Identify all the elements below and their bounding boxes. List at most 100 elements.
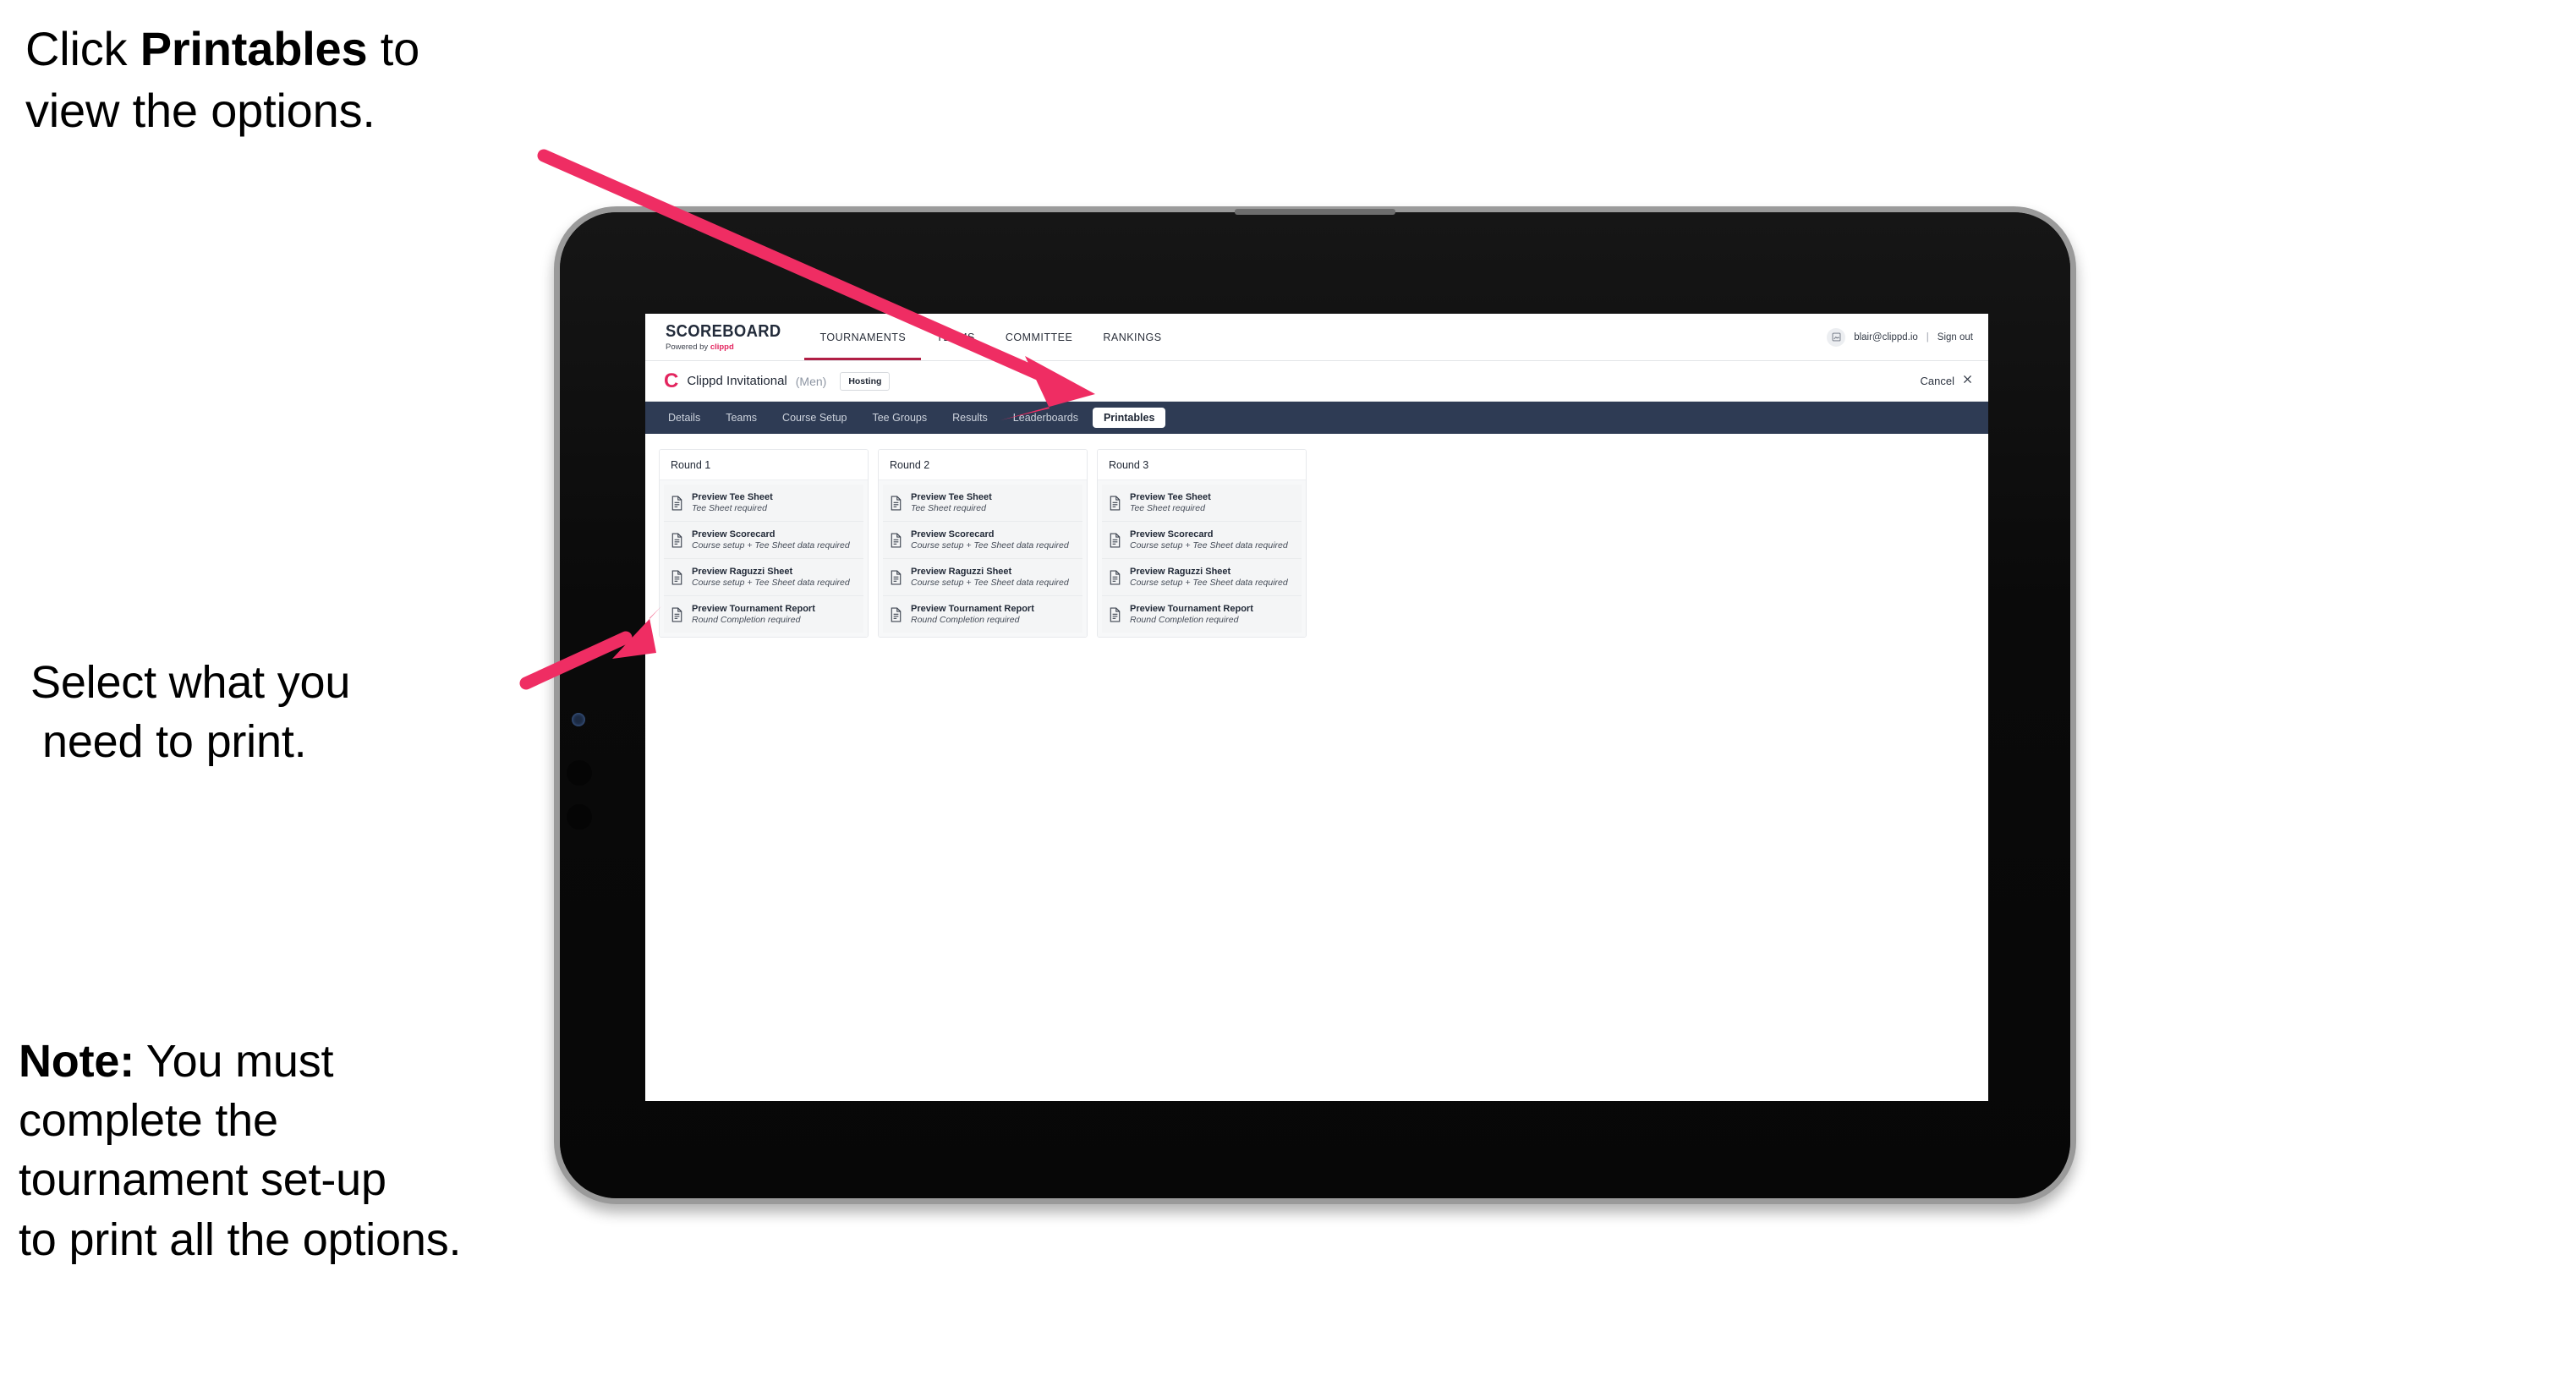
document-requirement: Tee Sheet required bbox=[692, 503, 767, 513]
document-icon bbox=[1109, 570, 1121, 585]
document-title: Preview Raguzzi Sheet bbox=[911, 567, 1012, 577]
round-card: Round 2 Preview Tee Sheet Tee Sheet requ… bbox=[878, 449, 1088, 638]
tab-tee-groups[interactable]: Tee Groups bbox=[861, 408, 938, 428]
round-card: Round 1 Preview Tee Sheet Tee Sheet requ… bbox=[659, 449, 869, 638]
annotation-note-line4: to print all the options. bbox=[19, 1213, 462, 1265]
document-title: Preview Scorecard bbox=[911, 529, 995, 540]
topnav-separator: | bbox=[1926, 331, 1929, 342]
topnav-item-committee[interactable]: COMMITTEE bbox=[990, 314, 1088, 360]
document-title: Preview Tournament Report bbox=[1130, 604, 1253, 614]
tab-details[interactable]: Details bbox=[657, 408, 711, 428]
tab-results[interactable]: Results bbox=[941, 408, 999, 428]
document-requirement: Course setup + Tee Sheet data required bbox=[1130, 578, 1288, 588]
topnav-item-rankings[interactable]: RANKINGS bbox=[1088, 314, 1176, 360]
cancel-button[interactable]: Cancel bbox=[1921, 374, 1973, 388]
close-x-icon bbox=[1962, 374, 1973, 388]
document-icon bbox=[890, 496, 902, 511]
document-title: Preview Scorecard bbox=[692, 529, 776, 540]
document-icon bbox=[671, 607, 683, 622]
tab-teams[interactable]: Teams bbox=[715, 408, 768, 428]
brand-logo[interactable]: SCOREBOARD Powered by clippd bbox=[645, 314, 804, 360]
document-title: Preview Raguzzi Sheet bbox=[1130, 567, 1231, 577]
round-document-list: Preview Tee Sheet Tee Sheet required Pre… bbox=[1098, 480, 1306, 637]
printables-content: Round 1 Preview Tee Sheet Tee Sheet requ… bbox=[645, 434, 1988, 653]
annotation-middle-line1: Select what you bbox=[30, 657, 351, 708]
hardware-button-top[interactable] bbox=[567, 760, 592, 786]
list-item[interactable]: Preview Raguzzi Sheet Course setup + Tee… bbox=[1102, 559, 1302, 596]
front-camera-icon bbox=[572, 713, 585, 726]
topnav-label: RANKINGS bbox=[1103, 331, 1162, 343]
clippd-logo-icon: C bbox=[664, 369, 679, 392]
speaker-grille bbox=[1235, 209, 1395, 215]
document-title: Preview Tournament Report bbox=[911, 604, 1034, 614]
topnav-label: COMMITTEE bbox=[1005, 331, 1073, 343]
screenshot-canvas: Click Printables to view the options. Se… bbox=[0, 0, 2576, 1386]
document-title: Preview Tee Sheet bbox=[692, 492, 773, 502]
document-icon bbox=[890, 533, 902, 548]
user-email: blair@clippd.io bbox=[1854, 331, 1918, 342]
list-item[interactable]: Preview Raguzzi Sheet Course setup + Tee… bbox=[883, 559, 1082, 596]
topnav-user-area: blair@clippd.io | Sign out bbox=[1827, 314, 1988, 360]
sign-out-link[interactable]: Sign out bbox=[1937, 332, 1973, 342]
annotation-top-suffix: to bbox=[367, 22, 420, 75]
list-item[interactable]: Preview Tournament Report Round Completi… bbox=[664, 596, 863, 633]
round-document-list: Preview Tee Sheet Tee Sheet required Pre… bbox=[660, 480, 868, 637]
document-requirement: Course setup + Tee Sheet data required bbox=[911, 578, 1069, 588]
round-title: Round 2 bbox=[879, 450, 1087, 480]
document-requirement: Course setup + Tee Sheet data required bbox=[692, 540, 850, 551]
tab-leaderboards[interactable]: Leaderboards bbox=[1002, 408, 1089, 428]
document-requirement: Round Completion required bbox=[1130, 615, 1239, 625]
document-requirement: Tee Sheet required bbox=[1130, 503, 1205, 513]
document-icon bbox=[1109, 496, 1121, 511]
list-item[interactable]: Preview Tournament Report Round Completi… bbox=[1102, 596, 1302, 633]
document-requirement: Course setup + Tee Sheet data required bbox=[1130, 540, 1288, 551]
document-icon bbox=[1109, 533, 1121, 548]
document-requirement: Round Completion required bbox=[692, 615, 801, 625]
hardware-button-bottom[interactable] bbox=[567, 804, 592, 830]
round-title: Round 1 bbox=[660, 450, 868, 480]
user-avatar-icon[interactable] bbox=[1827, 327, 1846, 347]
document-requirement: Round Completion required bbox=[911, 615, 1020, 625]
document-title: Preview Tee Sheet bbox=[911, 492, 992, 502]
document-requirement: Course setup + Tee Sheet data required bbox=[692, 578, 850, 588]
top-navigation-bar: SCOREBOARD Powered by clippd TOURNAMENTS… bbox=[645, 314, 1988, 361]
annotation-select-what-to-print: Select what you need to print. bbox=[30, 653, 555, 771]
annotation-top-prefix: Click bbox=[25, 22, 140, 75]
list-item[interactable]: Preview Tee Sheet Tee Sheet required bbox=[664, 485, 863, 522]
list-item[interactable]: Preview Raguzzi Sheet Course setup + Tee… bbox=[664, 559, 863, 596]
list-item[interactable]: Preview Scorecard Course setup + Tee She… bbox=[883, 522, 1082, 559]
tournament-gender: (Men) bbox=[795, 374, 827, 388]
document-icon bbox=[890, 607, 902, 622]
document-title: Preview Scorecard bbox=[1130, 529, 1214, 540]
document-requirement: Tee Sheet required bbox=[911, 503, 986, 513]
document-icon bbox=[671, 570, 683, 585]
topnav-item-tournaments[interactable]: TOURNAMENTS bbox=[804, 314, 922, 360]
annotation-click-printables: Click Printables to view the options. bbox=[25, 19, 584, 142]
list-item[interactable]: Preview Scorecard Course setup + Tee She… bbox=[664, 522, 863, 559]
tablet-device-frame: SCOREBOARD Powered by clippd TOURNAMENTS… bbox=[554, 206, 2076, 1204]
hosting-badge: Hosting bbox=[840, 371, 891, 391]
round-title: Round 3 bbox=[1098, 450, 1306, 480]
document-title: Preview Tournament Report bbox=[692, 604, 815, 614]
list-item[interactable]: Preview Scorecard Course setup + Tee She… bbox=[1102, 522, 1302, 559]
brand-sub-prefix: Powered by bbox=[666, 342, 710, 352]
tab-printables[interactable]: Printables bbox=[1092, 408, 1166, 428]
tab-course-setup[interactable]: Course Setup bbox=[771, 408, 858, 428]
document-icon bbox=[1109, 607, 1121, 622]
list-item[interactable]: Preview Tee Sheet Tee Sheet required bbox=[1102, 485, 1302, 522]
brand-subtitle: Powered by clippd bbox=[666, 342, 791, 352]
section-tab-bar: Details Teams Course Setup Tee Groups Re… bbox=[645, 402, 1988, 434]
list-item[interactable]: Preview Tournament Report Round Completi… bbox=[883, 596, 1082, 633]
round-card: Round 3 Preview Tee Sheet Tee Sheet requ… bbox=[1097, 449, 1307, 638]
topnav-item-teams[interactable]: TEAMS bbox=[921, 314, 990, 360]
tournament-name: Clippd Invitational bbox=[687, 374, 787, 388]
document-requirement: Course setup + Tee Sheet data required bbox=[911, 540, 1069, 551]
tablet-screen: SCOREBOARD Powered by clippd TOURNAMENTS… bbox=[645, 314, 1988, 1101]
document-icon bbox=[890, 570, 902, 585]
round-document-list: Preview Tee Sheet Tee Sheet required Pre… bbox=[879, 480, 1087, 637]
document-title: Preview Raguzzi Sheet bbox=[692, 567, 793, 577]
list-item[interactable]: Preview Tee Sheet Tee Sheet required bbox=[883, 485, 1082, 522]
brand-title: SCOREBOARD bbox=[666, 321, 781, 341]
document-icon bbox=[671, 496, 683, 511]
document-title: Preview Tee Sheet bbox=[1130, 492, 1211, 502]
